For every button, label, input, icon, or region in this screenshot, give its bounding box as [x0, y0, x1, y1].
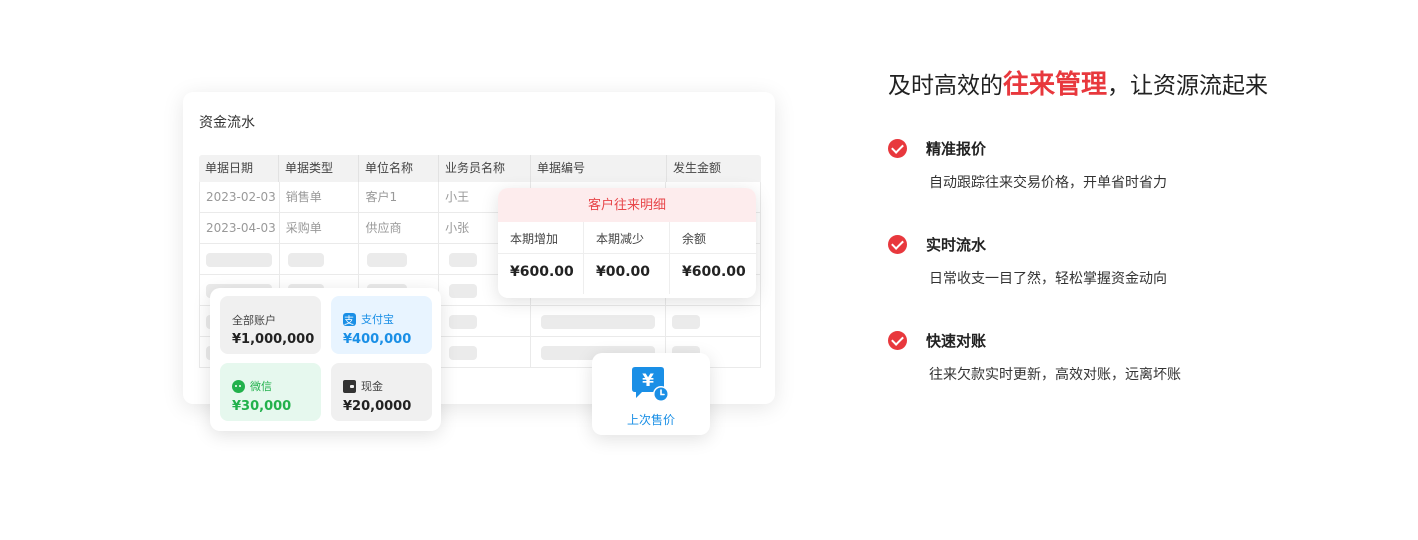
placeholder-bar	[287, 253, 324, 267]
popup-header-row: 本期增加 本期减少 余额	[498, 222, 756, 254]
popup-column-decrease: 本期减少	[584, 222, 670, 253]
feature-desc: 往来欠款实时更新，高效对账，远离坏账	[929, 367, 1181, 383]
alipay-icon	[343, 312, 356, 327]
popup-value-balance: ¥600.00	[682, 264, 746, 280]
cell-company: 客户1	[359, 182, 440, 212]
placeholder-bar	[449, 315, 478, 329]
column-header-company[interactable]: 单位名称	[359, 155, 439, 182]
cell-type: 销售单	[280, 182, 360, 212]
account-label-cash: 现金	[361, 380, 383, 393]
feature-desc: 日常收支一目了然，轻松掌握资金动向	[929, 271, 1167, 287]
account-label-all: 全部账户	[232, 314, 276, 327]
feature-title: 精准报价	[926, 140, 987, 158]
placeholder-bar	[449, 346, 478, 360]
ledger-title: 资金流水	[199, 115, 255, 131]
last-sale-price-card[interactable]: ¥ 上次售价	[592, 353, 710, 435]
svg-text:¥: ¥	[642, 371, 654, 391]
wechat-icon	[232, 379, 245, 393]
last-sale-price-label: 上次售价	[626, 413, 675, 427]
headline-suffix: ，让资源流起来	[1107, 73, 1269, 99]
cell-type: 采购单	[280, 213, 360, 243]
yen-clock-icon: ¥	[632, 367, 669, 402]
column-header-type[interactable]: 单据类型	[279, 155, 359, 182]
customer-transactions-popup: 客户往来明细 本期增加 本期减少 余额 ¥600.00 ¥00.00 ¥600.…	[498, 188, 756, 298]
column-header-doc-no[interactable]: 单据编号	[531, 155, 667, 182]
cell-company: 供应商	[359, 213, 440, 243]
popup-column-balance: 余额	[682, 232, 707, 246]
headline: 及时高效的往来管理，让资源流起来	[888, 64, 1268, 101]
placeholder-bar	[540, 315, 655, 329]
popup-value-increase: ¥600.00	[498, 254, 584, 294]
account-label-wechat: 微信	[250, 380, 272, 393]
popup-value-row: ¥600.00 ¥00.00 ¥600.00	[498, 254, 756, 294]
headline-highlight: 往来管理	[1003, 70, 1108, 100]
cell-date: 2023-04-03	[200, 213, 280, 243]
placeholder-bar	[206, 253, 272, 267]
accounts-card: 全部账户 ¥1,000,000 支付宝 ¥400,000 微信 ¥30,000 …	[210, 288, 441, 431]
column-header-salesperson[interactable]: 业务员名称	[439, 155, 531, 182]
account-tile-all[interactable]: 全部账户 ¥1,000,000	[220, 296, 321, 354]
check-icon	[888, 235, 907, 254]
account-value-cash: ¥20,0000	[343, 399, 412, 414]
popup-title: 客户往来明细	[498, 188, 756, 222]
placeholder-bar	[672, 315, 701, 329]
placeholder-bar	[449, 253, 478, 267]
account-tile-wechat[interactable]: 微信 ¥30,000	[220, 363, 321, 421]
headline-prefix: 及时高效的	[888, 73, 1003, 99]
account-value-alipay: ¥400,000	[343, 332, 412, 347]
table-header: 单据日期 单据类型 单位名称 业务员名称 单据编号 发生金额	[199, 155, 761, 182]
feature-title: 实时流水	[926, 236, 987, 254]
popup-value-decrease: ¥00.00	[584, 254, 670, 294]
account-value-wechat: ¥30,000	[232, 399, 292, 414]
column-header-date[interactable]: 单据日期	[199, 155, 279, 182]
placeholder-bar	[449, 284, 478, 298]
popup-column-increase: 本期增加	[498, 222, 584, 253]
check-icon	[888, 139, 907, 158]
account-value-all: ¥1,000,000	[232, 332, 315, 347]
feature-title: 快速对账	[926, 332, 987, 350]
cell-date: 2023-02-03	[200, 182, 280, 212]
account-tile-cash[interactable]: 现金 ¥20,0000	[331, 363, 432, 421]
account-tile-alipay[interactable]: 支付宝 ¥400,000	[331, 296, 432, 354]
column-header-amount[interactable]: 发生金额	[667, 155, 761, 182]
feature-desc: 自动跟踪往来交易价格，开单省时省力	[929, 175, 1167, 191]
placeholder-bar	[367, 253, 408, 267]
account-label-alipay: 支付宝	[361, 313, 394, 326]
wallet-icon	[343, 379, 356, 393]
check-icon	[888, 331, 907, 350]
